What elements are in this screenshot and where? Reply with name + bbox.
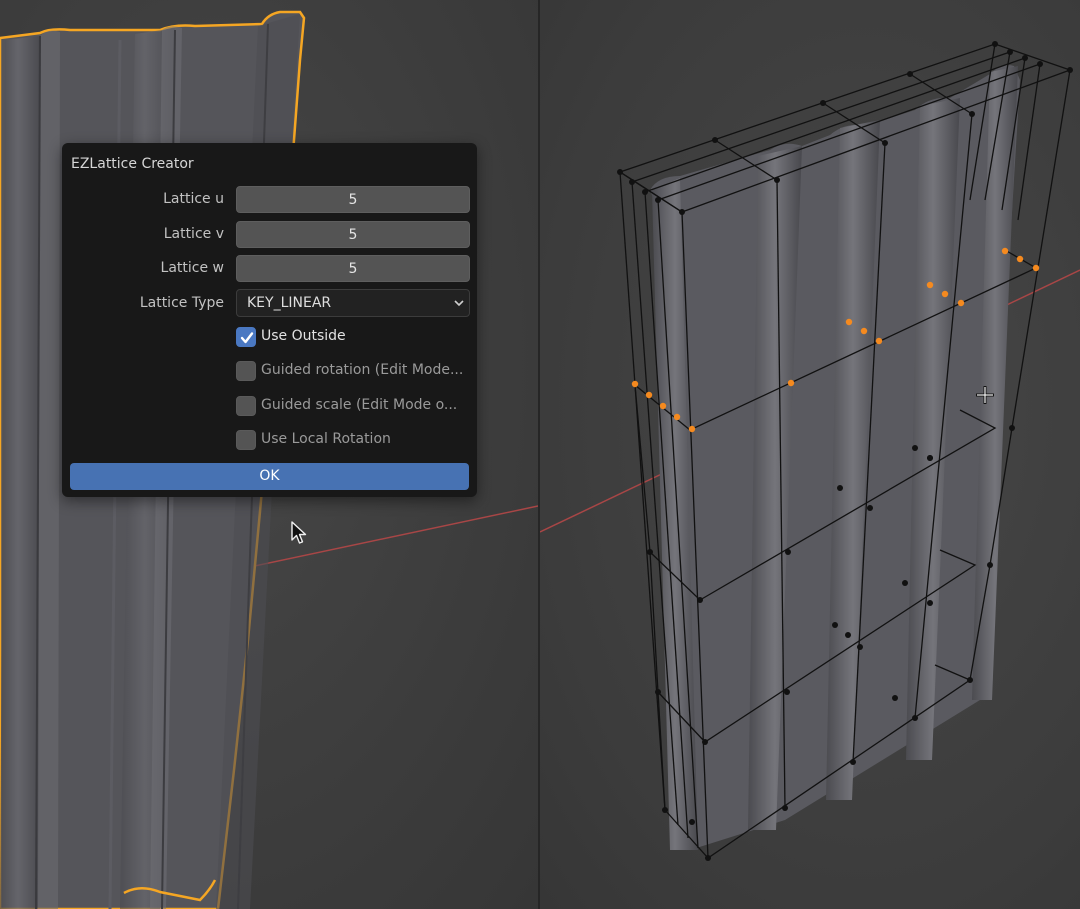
checkmark-icon — [240, 332, 254, 344]
lattice-type-label: Lattice Type — [139, 295, 224, 311]
lattice-u-label: Lattice u — [163, 191, 224, 207]
mouse-pointer-icon — [291, 521, 307, 544]
x-axis-line-right — [540, 469, 671, 533]
viewport-right[interactable] — [540, 0, 1080, 909]
guided-scale-checkbox[interactable] — [236, 396, 256, 416]
dialog-title: EZLattice Creator — [71, 156, 194, 172]
use-local-rotation-checkbox[interactable] — [236, 430, 256, 450]
use-outside-label: Use Outside — [261, 328, 346, 344]
right-scene — [540, 41, 1080, 861]
cursor-crosshair-icon — [976, 386, 994, 404]
lattice-v-field[interactable]: 5 — [236, 221, 470, 248]
lattice-v-label: Lattice v — [163, 226, 224, 242]
guided-rotation-checkbox[interactable] — [236, 361, 256, 381]
ok-button[interactable]: OK — [70, 463, 469, 490]
guided-scale-label: Guided scale (Edit Mode o... — [261, 397, 458, 413]
lattice-type-select[interactable]: KEY_LINEAR — [236, 289, 470, 317]
lattice-type-value: KEY_LINEAR — [247, 295, 332, 311]
chevron-down-icon — [454, 300, 464, 307]
lattice-w-label: Lattice w — [160, 260, 224, 276]
guided-rotation-label: Guided rotation (Edit Mode... — [261, 362, 464, 378]
use-local-rotation-label: Use Local Rotation — [261, 431, 391, 447]
ezlattice-creator-dialog: EZLattice Creator Lattice u 5 Lattice v … — [62, 143, 477, 497]
lattice-u-field[interactable]: 5 — [236, 186, 470, 213]
use-outside-checkbox[interactable] — [236, 327, 256, 347]
lattice-w-field[interactable]: 5 — [236, 255, 470, 282]
